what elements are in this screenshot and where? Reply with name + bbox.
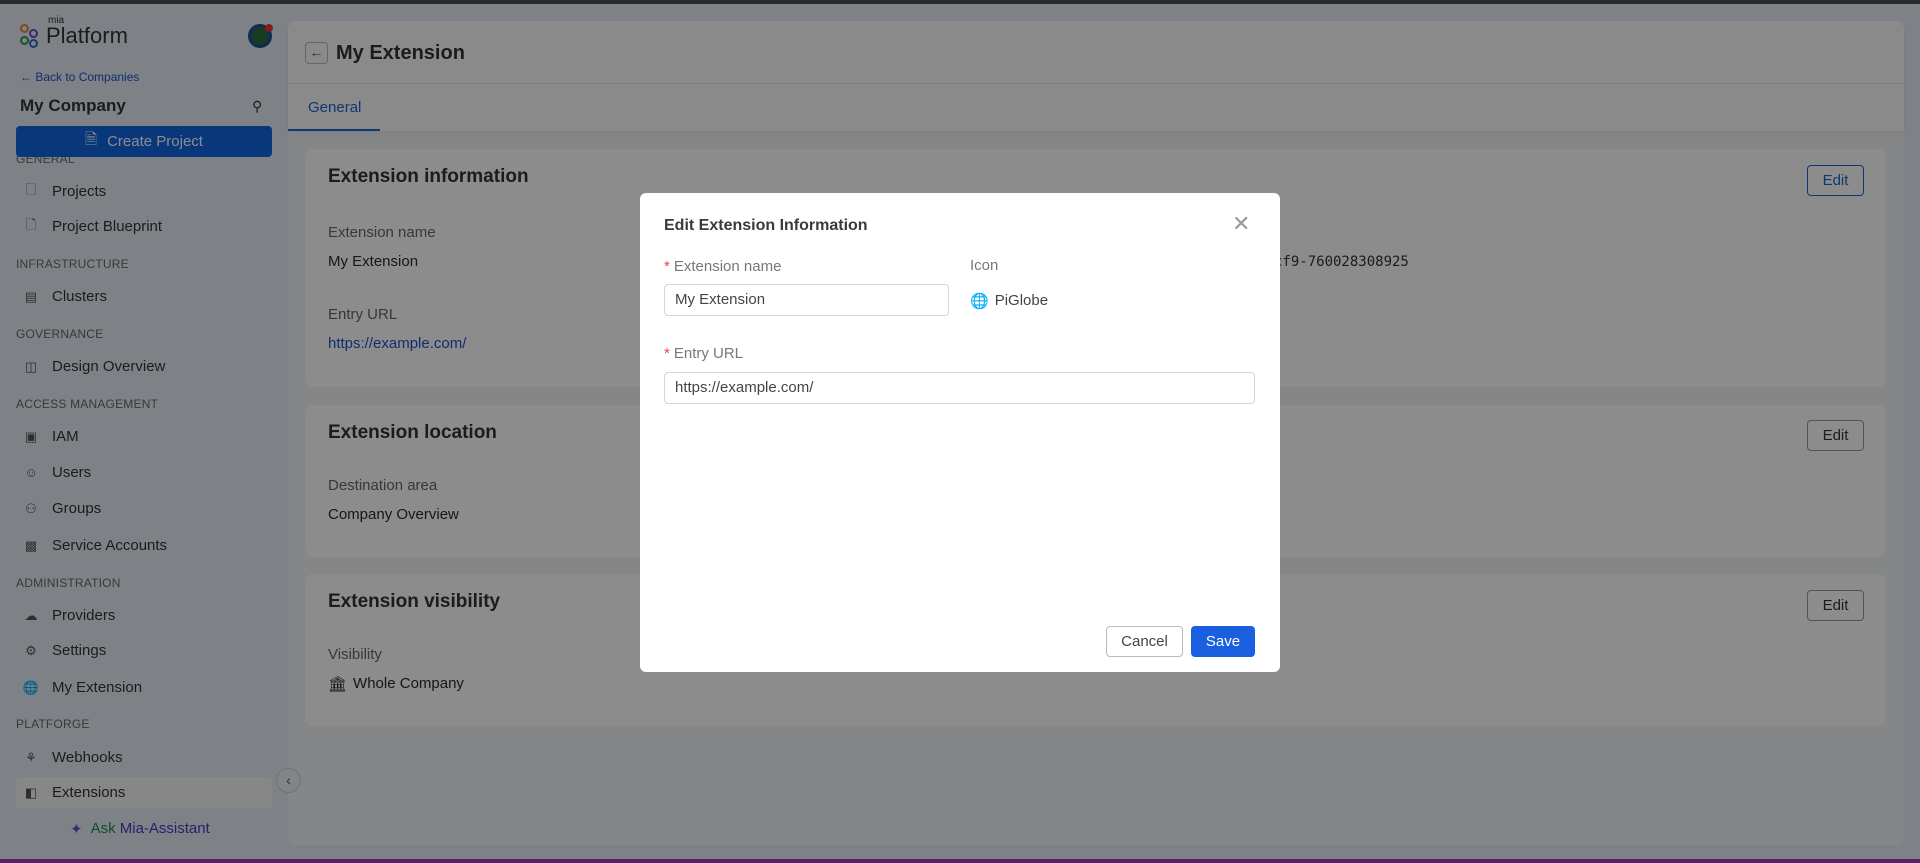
extension-name-input[interactable]: My Extension — [664, 284, 949, 316]
icon-value: PiGlobe — [994, 292, 1049, 309]
required-marker: * — [664, 258, 670, 275]
icon-field-label: Icon — [970, 257, 999, 274]
entry-url-field-label: * Entry URL — [664, 345, 743, 362]
entry-url-input[interactable]: https://example.com/ — [664, 372, 1255, 404]
label-text: Entry URL — [673, 345, 744, 362]
close-icon[interactable]: ✕ — [1232, 213, 1250, 235]
modal-title: Edit Extension Information — [664, 217, 868, 234]
icon-selector[interactable]: 🌐 PiGlobe — [970, 292, 1048, 310]
globe-icon: 🌐 — [970, 293, 989, 310]
edit-extension-modal: Edit Extension Information ✕ * Extension … — [640, 193, 1280, 672]
cancel-button[interactable]: Cancel — [1106, 626, 1183, 657]
label-text: Extension name — [673, 258, 782, 275]
save-button[interactable]: Save — [1191, 626, 1255, 657]
bottom-bar — [0, 859, 1920, 863]
required-marker: * — [664, 345, 670, 362]
extension-name-field-label: * Extension name — [664, 258, 781, 275]
